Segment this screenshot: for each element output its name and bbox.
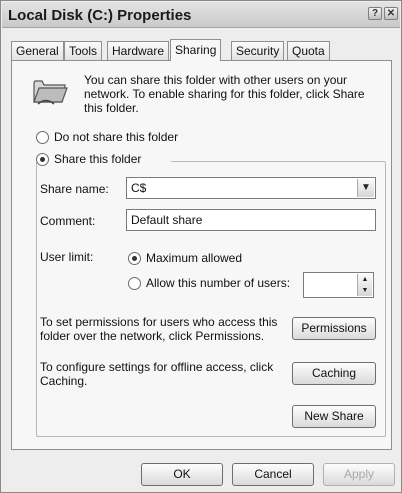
sharing-intro-text: You can share this folder with other use… xyxy=(84,73,365,115)
user-count-spinner[interactable]: ▲ ▼ xyxy=(303,272,374,298)
apply-button[interactable]: Apply xyxy=(323,463,395,486)
permissions-text: To set permissions for users who access … xyxy=(40,315,278,343)
tab-tools[interactable]: Tools xyxy=(64,41,103,60)
share-name-combo[interactable]: C$ ▼ xyxy=(126,177,376,199)
help-icon[interactable]: ? xyxy=(368,7,382,20)
caching-button[interactable]: Caching xyxy=(292,362,376,385)
tab-security[interactable]: Security xyxy=(231,41,285,60)
user-limit-label: User limit: xyxy=(40,250,94,264)
comment-field[interactable]: Default share xyxy=(126,209,376,231)
maximum-allowed-label[interactable]: Maximum allowed xyxy=(146,251,242,265)
comment-value: Default share xyxy=(131,213,203,227)
sharing-panel: You can share this folder with other use… xyxy=(11,60,392,450)
spin-up-icon[interactable]: ▲ xyxy=(358,274,372,285)
chevron-down-icon[interactable]: ▼ xyxy=(357,179,374,197)
tab-hardware[interactable]: Hardware xyxy=(107,41,170,60)
permissions-button[interactable]: Permissions xyxy=(292,317,376,340)
cancel-button[interactable]: Cancel xyxy=(232,463,314,486)
shared-folder-icon xyxy=(33,80,68,105)
share-name-value: C$ xyxy=(131,181,147,195)
properties-dialog: Local Disk (C:) Properties ? ✕ General T… xyxy=(0,0,402,493)
maximum-allowed-radio[interactable] xyxy=(128,252,141,265)
close-icon[interactable]: ✕ xyxy=(384,7,398,20)
spin-down-icon[interactable]: ▼ xyxy=(358,285,372,296)
comment-label: Comment: xyxy=(40,214,96,228)
spinner-buttons[interactable]: ▲ ▼ xyxy=(357,274,372,296)
new-share-button[interactable]: New Share xyxy=(292,405,376,428)
share-settings-group xyxy=(36,153,386,437)
ok-button[interactable]: OK xyxy=(141,463,223,486)
window-title: Local Disk (C:) Properties xyxy=(8,7,192,24)
share-name-label: Share name: xyxy=(40,182,109,196)
title-bar[interactable]: Local Disk (C:) Properties ? ✕ xyxy=(2,2,400,28)
allow-number-label[interactable]: Allow this number of users: xyxy=(146,276,290,290)
tab-quota[interactable]: Quota xyxy=(287,41,330,60)
tab-sharing[interactable]: Sharing xyxy=(170,39,222,61)
do-not-share-label[interactable]: Do not share this folder xyxy=(54,130,178,144)
allow-number-radio[interactable] xyxy=(128,277,141,290)
caching-text: To configure settings for offline access… xyxy=(40,360,274,388)
do-not-share-radio[interactable] xyxy=(36,131,49,144)
tab-general[interactable]: General xyxy=(11,41,64,60)
share-this-folder-label[interactable]: Share this folder xyxy=(54,152,141,166)
share-this-folder-radio[interactable] xyxy=(36,153,49,166)
